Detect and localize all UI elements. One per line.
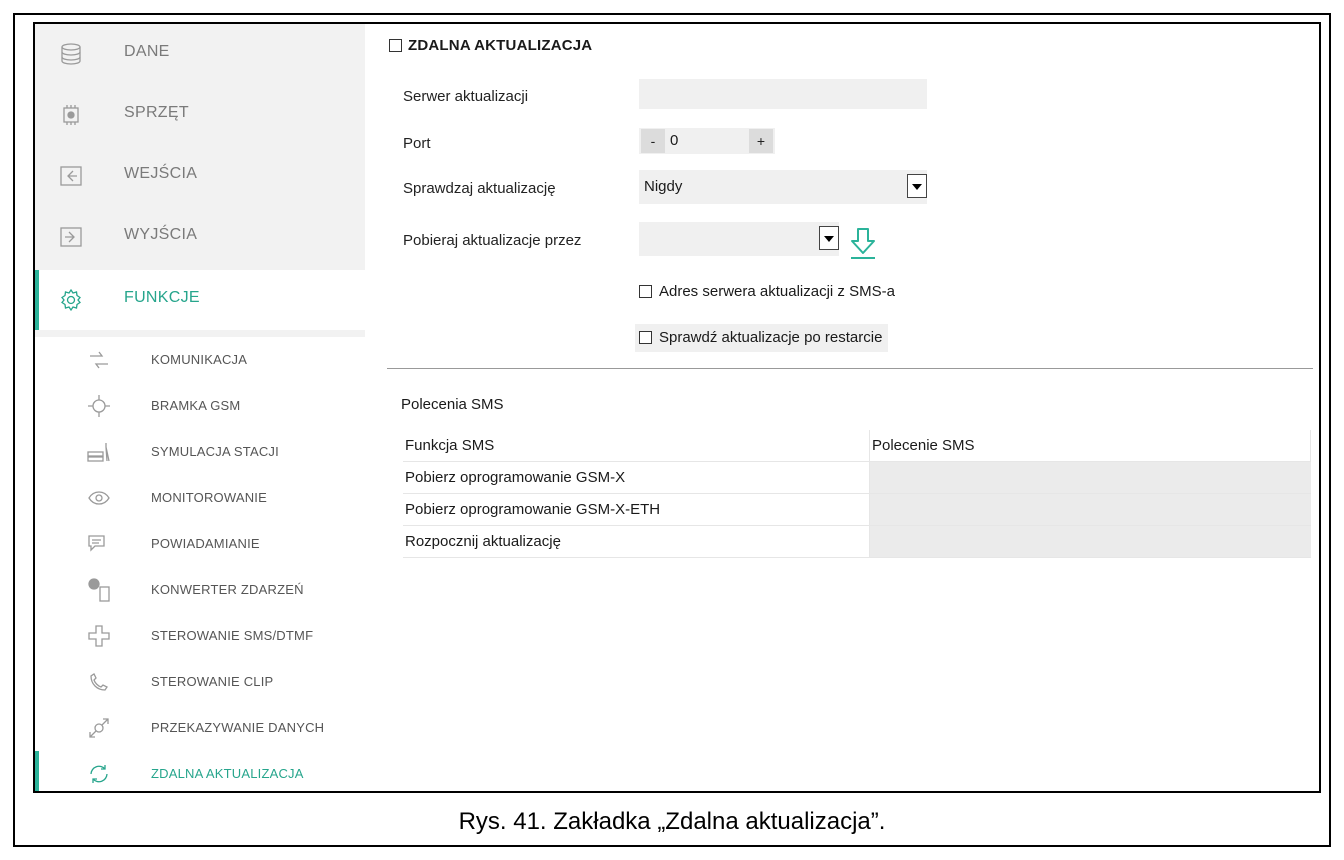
sidebar-item-wejscia[interactable]: WEJŚCIA: [35, 146, 365, 206]
check-after-restart-label: Sprawdź aktualizacje po restarcie: [659, 329, 883, 346]
sidebar-item-funkcje[interactable]: FUNKCJE: [35, 270, 365, 330]
sidebar-subitem-bramka-gsm[interactable]: BRAMKA GSM: [35, 383, 365, 429]
table-row: Pobierz oprogramowanie GSM-X-ETH: [403, 493, 1311, 526]
gsm-icon: [87, 394, 111, 418]
sms-command-input[interactable]: [869, 493, 1311, 526]
check-after-restart-checkbox[interactable]: [639, 331, 652, 344]
sidebar-subitem-sterowanie-sms-dtmf[interactable]: STEROWANIE SMS/DTMF: [35, 613, 365, 659]
output-icon: [59, 225, 83, 249]
sidebar-subitem-label: KOMUNIKACJA: [151, 352, 248, 367]
column-header-function: Funkcja SMS: [403, 430, 870, 462]
table-row: Rozpocznij aktualizację: [403, 525, 1311, 558]
sidebar-item-label: DANE: [124, 43, 170, 60]
main-panel: ZDALNA AKTUALIZACJA Serwer aktualizacji …: [365, 24, 1319, 791]
download-via-select[interactable]: [639, 222, 839, 256]
sms-server-address-label: Adres serwera aktualizacji z SMS-a: [659, 283, 895, 300]
station-icon: [87, 440, 111, 464]
chat-icon: [87, 532, 111, 556]
sms-command-input[interactable]: [869, 525, 1311, 558]
server-label: Serwer aktualizacji: [403, 88, 529, 105]
sidebar-subitem-label: SYMULACJA STACJI: [151, 444, 279, 459]
dpad-icon: [87, 624, 111, 648]
sidebar-subitem-sterowanie-clip[interactable]: STEROWANIE CLIP: [35, 659, 365, 705]
sidebar-subitem-label: ZDALNA AKTUALIZACJA: [151, 766, 304, 781]
sidebar-item-wyjscia[interactable]: WYJŚCIA: [35, 207, 365, 267]
sms-function-cell: Rozpocznij aktualizację: [403, 525, 870, 558]
refresh-icon: [87, 762, 111, 786]
chevron-down-icon[interactable]: [907, 174, 927, 198]
check-update-select[interactable]: Nigdy: [639, 170, 927, 204]
sms-server-address-option[interactable]: Adres serwera aktualizacji z SMS-a: [635, 278, 901, 306]
sidebar-subitem-przekazywanie-danych[interactable]: PRZEKAZYWANIE DANYCH: [35, 705, 365, 751]
sidebar-subitem-label: BRAMKA GSM: [151, 398, 241, 413]
table-row: Pobierz oprogramowanie GSM-X: [403, 461, 1311, 494]
sidebar-subitem-symulacja-stacji[interactable]: SYMULACJA STACJI: [35, 429, 365, 475]
remote-update-checkbox[interactable]: [389, 39, 402, 52]
sidebar-subitem-monitorowanie[interactable]: MONITOROWANIE: [35, 475, 365, 521]
sidebar-item-label: FUNKCJE: [124, 289, 200, 306]
sidebar-subitem-konwerter-zdarzen[interactable]: KONWERTER ZDARZEŃ: [35, 567, 365, 613]
column-header-command: Polecenie SMS: [869, 430, 1311, 462]
section-header: ZDALNA AKTUALIZACJA: [389, 37, 592, 54]
server-input[interactable]: [639, 79, 927, 109]
check-update-value: Nigdy: [644, 178, 683, 195]
sidebar-item-label: WYJŚCIA: [124, 226, 198, 243]
sidebar-item-label: WEJŚCIA: [124, 165, 198, 182]
database-icon: [59, 42, 83, 66]
port-decrement-button[interactable]: -: [641, 129, 665, 153]
check-after-restart-option[interactable]: Sprawdź aktualizacje po restarcie: [635, 324, 889, 352]
sidebar-subitem-label: PRZEKAZYWANIE DANYCH: [151, 720, 325, 735]
transfer-icon: [87, 716, 111, 740]
sms-command-input[interactable]: [869, 461, 1311, 494]
gear-icon: [59, 288, 83, 312]
port-value[interactable]: 0: [670, 132, 678, 149]
sidebar-subitem-label: STEROWANIE CLIP: [151, 674, 274, 689]
sms-commands-table: Funkcja SMS Polecenie SMS Pobierz oprogr…: [403, 430, 1311, 558]
sms-server-address-checkbox[interactable]: [639, 285, 652, 298]
sms-function-cell: Pobierz oprogramowanie GSM-X-ETH: [403, 493, 870, 526]
sidebar-subitem-powiadamianie[interactable]: POWIADAMIANIE: [35, 521, 365, 567]
sidebar-subitem-komunikacja[interactable]: KOMUNIKACJA: [35, 337, 365, 383]
chip-icon: [59, 103, 83, 127]
sidebar-subitem-label: KONWERTER ZDARZEŃ: [151, 582, 304, 597]
port-label: Port: [403, 135, 431, 152]
converter-icon: [87, 578, 111, 602]
download-via-label: Pobieraj aktualizacje przez: [403, 232, 582, 249]
page-title: ZDALNA AKTUALIZACJA: [408, 37, 593, 54]
sidebar: DANE SPRZĘT WEJŚCIA WYJŚCIA FUNKCJE KOMU…: [35, 24, 365, 791]
arrows-icon: [87, 348, 111, 372]
sidebar-item-dane[interactable]: DANE: [35, 24, 365, 84]
sidebar-subitem-label: STEROWANIE SMS/DTMF: [151, 628, 314, 643]
sidebar-subitem-label: POWIADAMIANIE: [151, 536, 260, 551]
sms-function-cell: Pobierz oprogramowanie GSM-X: [403, 461, 870, 494]
table-header-row: Funkcja SMS Polecenie SMS: [403, 430, 1311, 462]
sms-commands-title: Polecenia SMS: [401, 396, 504, 413]
sidebar-item-sprzet[interactable]: SPRZĘT: [35, 85, 365, 145]
port-increment-button[interactable]: +: [749, 129, 773, 153]
sidebar-subitem-label: MONITOROWANIE: [151, 490, 267, 505]
app-window: DANE SPRZĘT WEJŚCIA WYJŚCIA FUNKCJE KOMU…: [33, 22, 1321, 793]
sidebar-item-label: SPRZĘT: [124, 104, 189, 121]
input-icon: [59, 164, 83, 188]
chevron-down-icon[interactable]: [819, 226, 839, 250]
divider: [387, 368, 1313, 369]
eye-icon: [87, 486, 111, 510]
figure-caption: Rys. 41. Zakładka „Zdalna aktualizacja”.: [458, 808, 886, 835]
phone-icon: [87, 670, 111, 694]
check-update-label: Sprawdzaj aktualizację: [403, 180, 556, 197]
sidebar-subitem-zdalna-aktualizacja[interactable]: ZDALNA AKTUALIZACJA: [35, 751, 365, 791]
download-icon[interactable]: [849, 227, 877, 261]
